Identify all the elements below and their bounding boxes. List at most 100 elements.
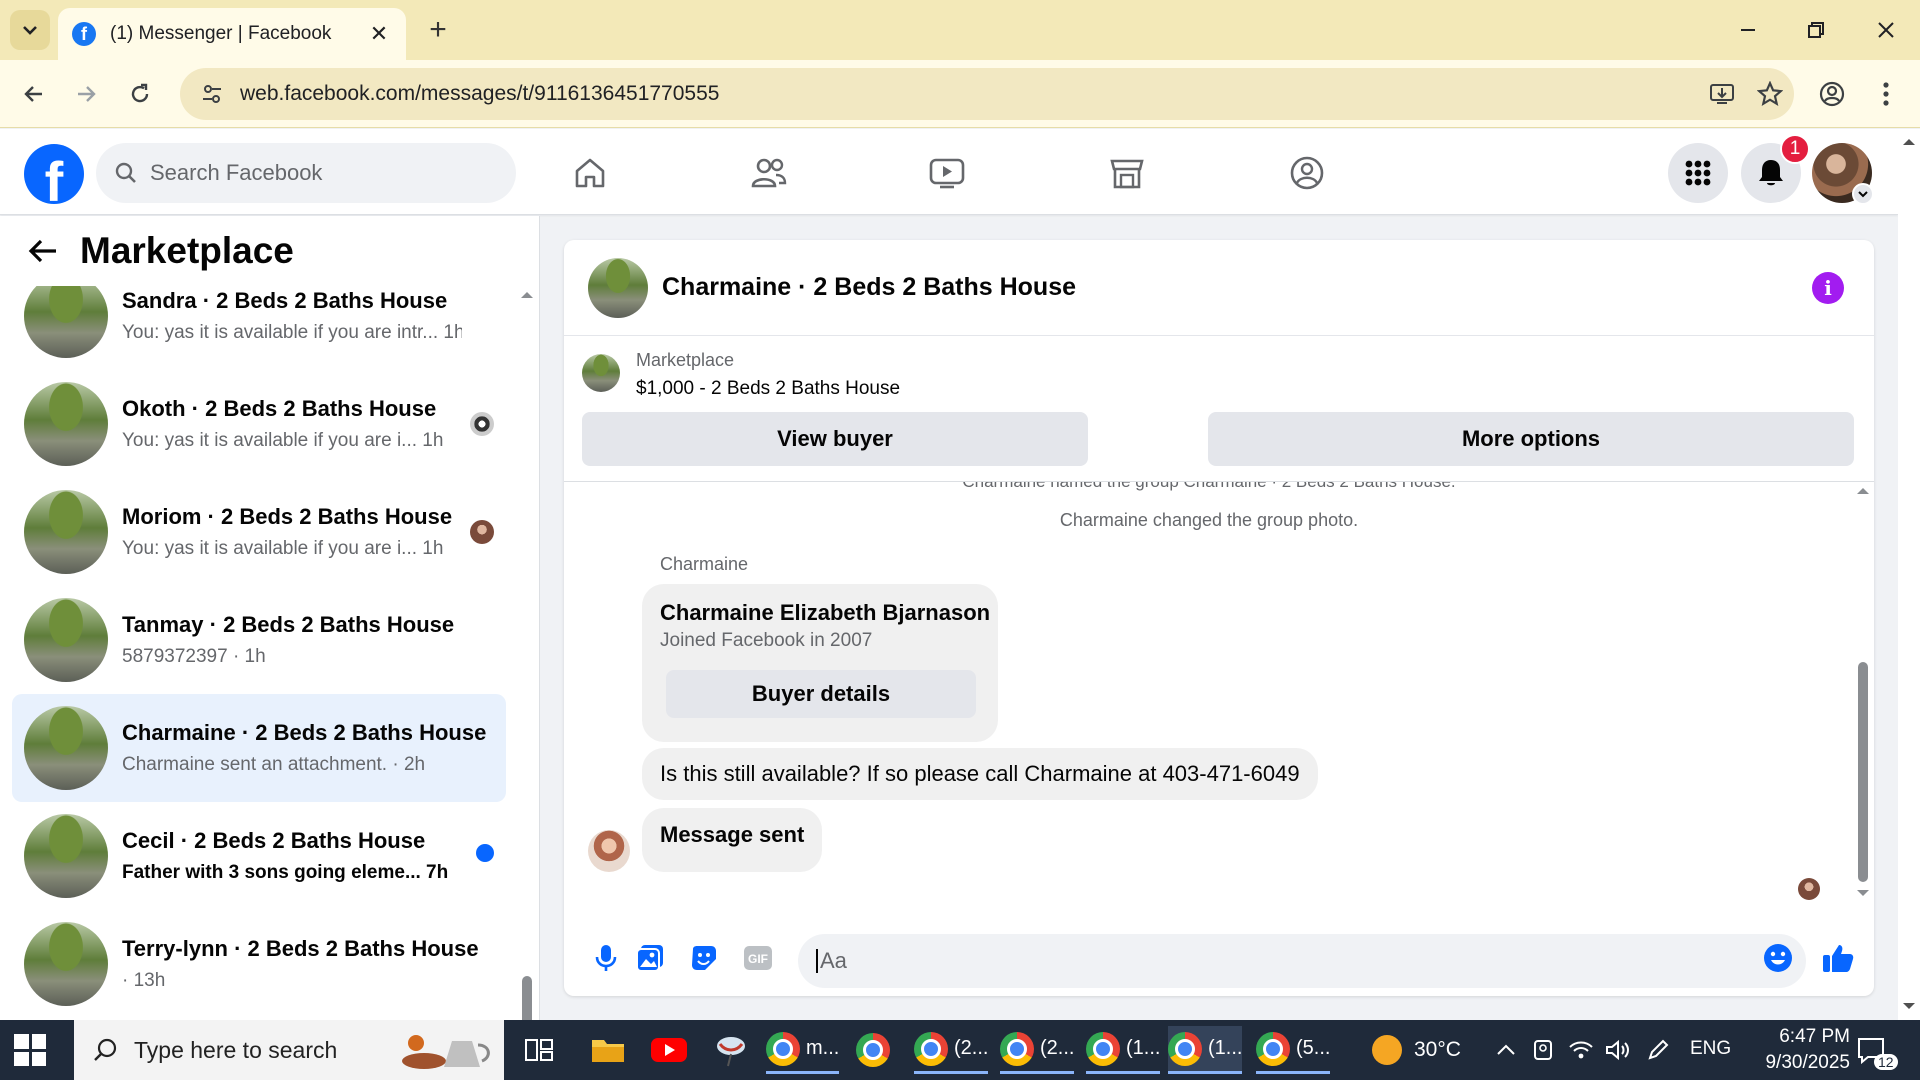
gif-icon[interactable]: GIF (738, 938, 778, 978)
nav-friends[interactable] (734, 143, 804, 203)
page-scrollbar[interactable] (1898, 129, 1920, 1020)
taskbar-chrome-window-active[interactable]: (1... (1168, 1026, 1243, 1074)
conversation-scrollbar[interactable] (518, 286, 536, 1020)
conversation-name: Charmaine · 2 Beds 2 Baths House (122, 720, 487, 745)
menu-grid-button[interactable] (1668, 143, 1728, 203)
scrollbar-thumb[interactable] (522, 976, 532, 1020)
message-bubble[interactable]: Message sent (642, 808, 823, 872)
site-settings-icon[interactable] (196, 78, 228, 110)
message-scrollbar[interactable] (1854, 482, 1872, 906)
microphone-icon[interactable] (586, 938, 626, 978)
bookmark-star-icon[interactable] (1746, 74, 1794, 114)
back-arrow-icon[interactable] (28, 238, 58, 264)
info-icon[interactable]: i (1812, 272, 1844, 304)
account-menu-chevron-icon[interactable] (1852, 183, 1874, 205)
close-window-button[interactable] (1862, 10, 1910, 50)
panel-header: Marketplace (0, 216, 539, 286)
more-options-button[interactable]: More options (1208, 412, 1854, 466)
conversation-row[interactable]: Cecil · 2 Beds 2 Baths House Father with… (12, 802, 506, 910)
meet-now-icon[interactable] (1532, 1026, 1554, 1074)
conversation-row[interactable]: Tanmay · 2 Beds 2 Baths House 5879372397… (12, 586, 506, 694)
new-tab-button[interactable]: + (420, 12, 456, 48)
view-buyer-button[interactable]: View buyer (582, 412, 1088, 466)
listing-thumbnail[interactable] (582, 354, 620, 392)
photo-attach-icon[interactable] (630, 938, 670, 978)
chrome-icon (1000, 1031, 1034, 1066)
nav-gaming[interactable] (1272, 143, 1342, 203)
weather-widget[interactable]: 30°C (1372, 1026, 1461, 1074)
pinned-app-icon[interactable] (712, 1026, 750, 1074)
nav-video[interactable] (912, 143, 982, 203)
taskbar-chrome-window[interactable]: (5... (1256, 1026, 1331, 1074)
message-input[interactable]: Aa (798, 934, 1806, 988)
listing-price[interactable]: $1,000 - 2 Beds 2 Baths House (636, 378, 900, 400)
buyer-joined: Joined Facebook in 2007 (660, 630, 873, 651)
tab-close-icon[interactable]: ✕ (366, 21, 392, 47)
profile-icon[interactable] (1812, 74, 1852, 114)
sticker-icon[interactable] (684, 938, 724, 978)
message-bubble[interactable]: Is this still available? If so please ca… (642, 748, 1318, 800)
input-language[interactable]: ENG (1690, 1038, 1731, 1060)
conversation-row[interactable]: Terry-lynn · 2 Beds 2 Baths House · 13h (12, 910, 506, 1018)
clock-time[interactable]: 6:47 PM (1760, 1026, 1850, 1048)
scroll-up-icon[interactable] (518, 288, 536, 302)
nav-marketplace[interactable] (1092, 143, 1162, 203)
scrollbar-thumb[interactable] (1858, 662, 1868, 882)
taskbar-chrome-window[interactable]: m... (766, 1026, 840, 1074)
taskbar-chrome-window[interactable]: (2... (914, 1026, 989, 1074)
search-placeholder: Search Facebook (150, 160, 323, 185)
facebook-logo-icon[interactable]: f (24, 144, 84, 204)
scroll-up-icon[interactable] (1900, 135, 1918, 149)
windows-start-icon[interactable] (14, 1034, 46, 1066)
task-view-icon[interactable] (524, 1026, 554, 1074)
conversation-name: Tanmay · 2 Beds 2 Baths House (122, 612, 455, 637)
wifi-icon[interactable] (1568, 1026, 1594, 1074)
chat-avatar[interactable] (588, 257, 648, 318)
scroll-down-icon[interactable] (1854, 886, 1872, 900)
panel-title: Marketplace (80, 230, 294, 271)
tray-chevron-up-icon[interactable] (1496, 1026, 1516, 1074)
browser-menu-icon[interactable] (1866, 74, 1906, 114)
restore-button[interactable] (1792, 10, 1840, 50)
browser-tab-strip: f (1) Messenger | Facebook ✕ + (0, 0, 1920, 60)
nav-home[interactable] (555, 143, 625, 203)
back-button[interactable] (14, 74, 54, 114)
conversation-row-active[interactable]: Charmaine · 2 Beds 2 Baths House Charmai… (12, 694, 506, 802)
system-message: Charmaine changed the group photo. (1059, 510, 1359, 530)
browser-toolbar: web.facebook.com/messages/t/911613645177… (0, 60, 1920, 128)
chat-title[interactable]: Charmaine · 2 Beds 2 Baths House (662, 273, 1076, 302)
taskbar-item-label: (1... (1126, 1037, 1161, 1059)
thumbs-up-icon[interactable] (1818, 938, 1858, 978)
conversation-preview: Father with 3 sons going eleme... 7h (122, 862, 449, 883)
close-icon (1878, 22, 1894, 38)
chevron-down-icon (23, 26, 37, 35)
conversation-row[interactable]: Moriom · 2 Beds 2 Baths House You: yas i… (12, 478, 506, 586)
bell-icon (1759, 160, 1783, 186)
conversation-row[interactable]: Okoth · 2 Beds 2 Baths House You: yas it… (12, 370, 506, 478)
facebook-search-input[interactable]: Search Facebook (96, 143, 516, 203)
sender-avatar[interactable] (588, 830, 630, 872)
scroll-up-icon[interactable] (1854, 484, 1872, 498)
buyer-details-button[interactable]: Buyer details (666, 670, 976, 718)
scroll-down-icon[interactable] (1900, 999, 1918, 1013)
tab-search-button[interactable] (10, 10, 50, 50)
buyer-name: Charmaine Elizabeth Bjarnason (660, 600, 991, 625)
file-explorer-icon[interactable] (590, 1026, 626, 1074)
youtube-app-icon[interactable] (650, 1026, 688, 1074)
reload-button[interactable] (120, 74, 160, 114)
pen-icon[interactable] (1646, 1026, 1670, 1074)
clock-date[interactable]: 9/30/2025 (1744, 1052, 1850, 1074)
minimize-button[interactable] (1724, 10, 1772, 50)
taskbar-chrome-window[interactable]: (1... (1086, 1026, 1161, 1074)
taskbar-chrome-window[interactable]: (2... (1000, 1026, 1075, 1074)
search-icon (115, 162, 136, 183)
install-app-icon[interactable] (1698, 74, 1746, 114)
volume-icon[interactable] (1604, 1026, 1630, 1074)
taskbar-search-input[interactable]: Type here to search (74, 1020, 504, 1080)
chrome-icon (1256, 1031, 1290, 1066)
browser-tab-active[interactable]: f (1) Messenger | Facebook ✕ (58, 8, 406, 60)
forward-button[interactable] (66, 74, 106, 114)
taskbar-chrome-window[interactable] (856, 1026, 890, 1074)
emoji-icon[interactable] (1758, 938, 1798, 978)
address-bar[interactable]: web.facebook.com/messages/t/911613645177… (180, 68, 1794, 120)
